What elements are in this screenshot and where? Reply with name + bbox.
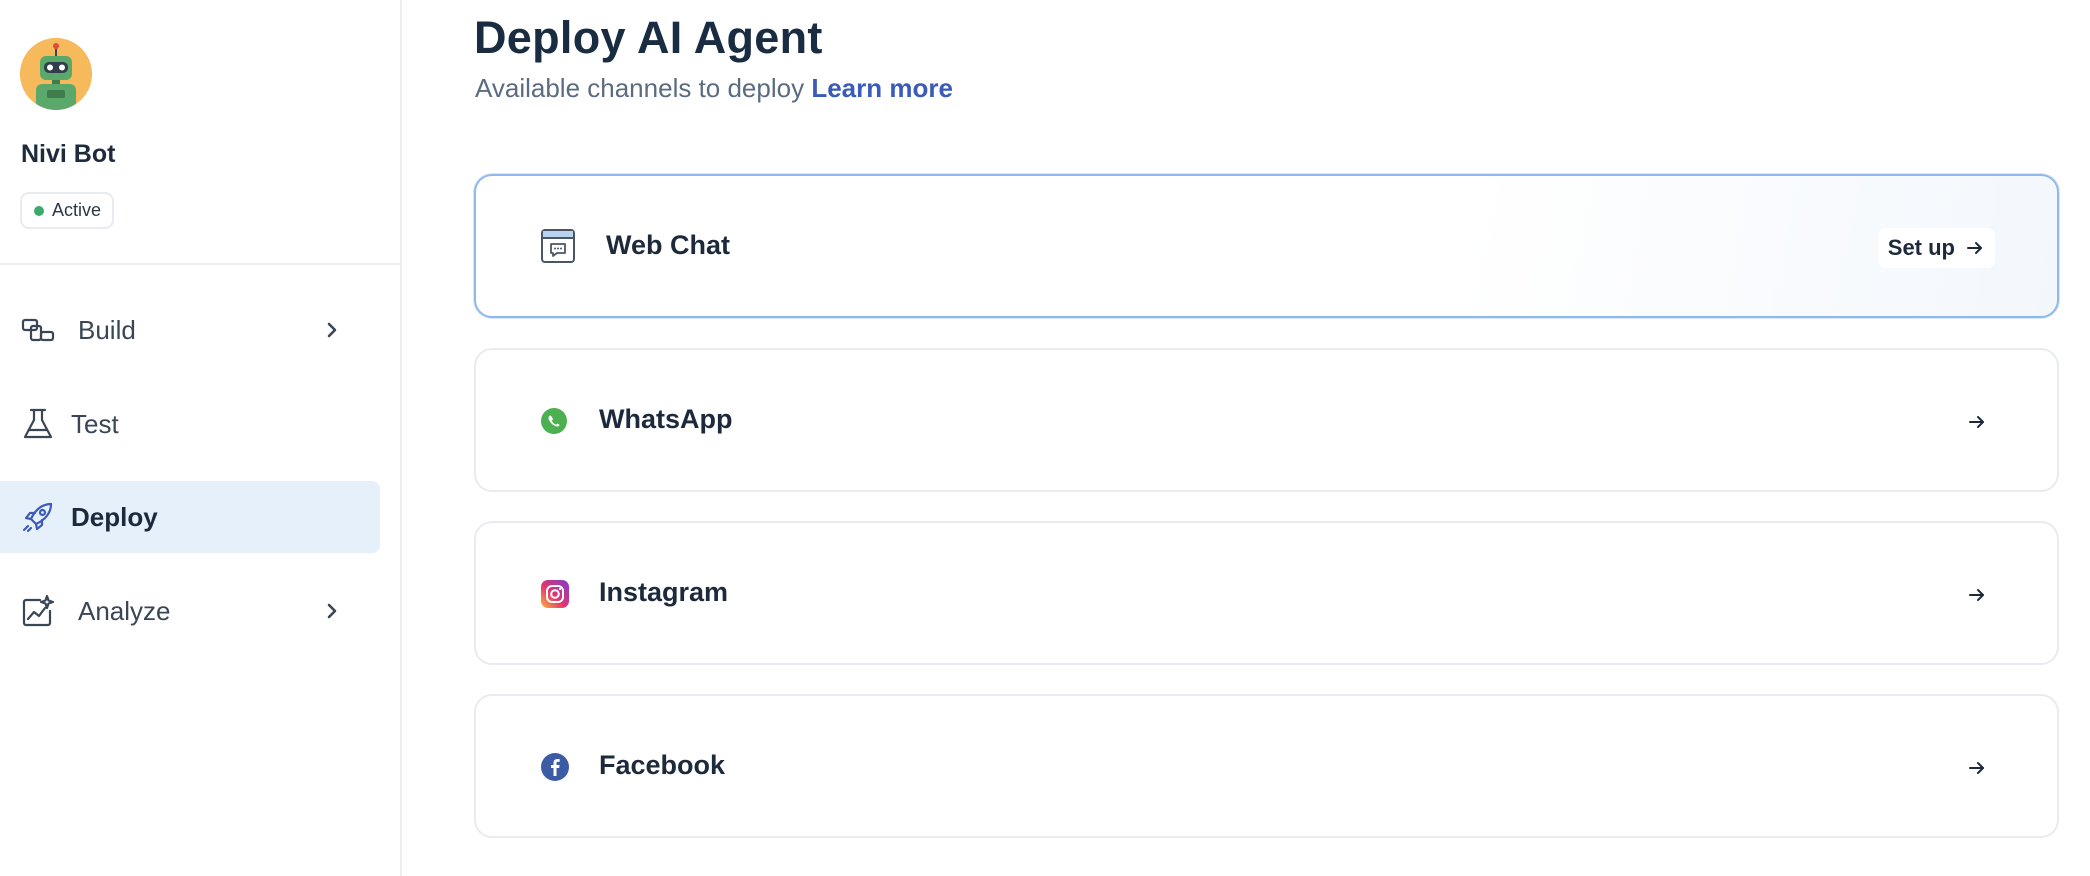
setup-button[interactable]: Set up (1877, 228, 1995, 268)
channel-card-web-chat[interactable]: Web Chat Set up (474, 174, 2059, 318)
channel-label: Web Chat (606, 230, 731, 260)
sidebar-item-analyze[interactable]: Analyze (0, 575, 380, 647)
channel-card-facebook[interactable]: Facebook (474, 694, 2059, 838)
arrow-right-icon (1967, 242, 1982, 254)
channel-label: Facebook (599, 750, 726, 780)
sidebar-item-deploy[interactable]: Deploy (0, 481, 380, 553)
whatsapp-icon (541, 408, 567, 434)
setup-button-label: Set up (1887, 235, 1955, 260)
sidebar-item-label: Test (71, 408, 119, 439)
channel-label: WhatsApp (599, 404, 733, 434)
chart-sparkle-icon (22, 594, 55, 627)
sidebar-item-build[interactable]: Build (0, 294, 380, 366)
chevron-right-icon (327, 322, 337, 338)
arrow-right-icon (1969, 762, 1984, 774)
channel-card-whatsapp[interactable]: WhatsApp (474, 348, 2059, 492)
app: Nivi Bot Active Build Test Deploy Analyz… (0, 0, 2090, 876)
instagram-icon (541, 580, 569, 608)
chevron-right-icon (327, 603, 337, 619)
sidebar: Nivi Bot Active Build Test Deploy Analyz… (0, 0, 402, 876)
facebook-icon (541, 753, 569, 781)
status-badge: Active (20, 192, 115, 229)
main-content: Deploy AI Agent Available channels to de… (474, 0, 2090, 876)
arrow-right-icon (1969, 416, 1984, 428)
avatar[interactable] (20, 38, 92, 110)
sidebar-item-test[interactable]: Test (0, 388, 380, 460)
rocket-icon (22, 502, 53, 533)
subtitle-text: Available channels to deploy (475, 73, 805, 103)
robot-icon (20, 38, 92, 110)
agent-name: Nivi Bot (21, 140, 116, 168)
channel-label: Instagram (599, 577, 729, 607)
sidebar-divider (0, 263, 400, 265)
page-title: Deploy AI Agent (474, 12, 823, 63)
learn-more-link[interactable]: Learn more (811, 73, 953, 103)
arrow-right-icon (1969, 589, 1984, 601)
flask-icon (23, 408, 53, 439)
web-chat-icon (541, 229, 575, 263)
channel-card-instagram[interactable]: Instagram (474, 521, 2059, 665)
blocks-icon (21, 318, 55, 342)
status-dot (34, 205, 44, 216)
sidebar-item-label: Analyze (78, 595, 171, 626)
page-subtitle: Available channels to deploy Learn more (475, 73, 953, 104)
status-label: Active (52, 200, 102, 220)
sidebar-item-label: Deploy (71, 501, 158, 532)
sidebar-item-label: Build (78, 314, 136, 345)
